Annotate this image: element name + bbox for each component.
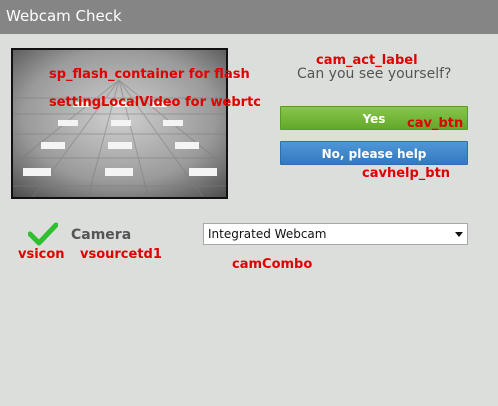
dropdown-arrow-icon bbox=[455, 232, 463, 237]
title-bar: Webcam Check bbox=[0, 0, 498, 34]
annotation-cavhelp-btn: cavhelp_btn bbox=[362, 166, 451, 181]
cam-act-label: Can you see yourself? bbox=[297, 66, 452, 82]
annotation-flash-container: sp_flash_container for flash bbox=[49, 67, 250, 82]
annotation-cav-btn: cav_btn bbox=[407, 116, 464, 131]
annotation-camcombo: camCombo bbox=[232, 257, 313, 272]
camera-select[interactable]: Integrated Webcam bbox=[203, 223, 468, 245]
annotation-vsourcetd1: vsourcetd1 bbox=[80, 247, 162, 262]
annotation-local-video: settingLocalVideo for webrtc bbox=[49, 95, 262, 110]
annotation-cam-act-label: cam_act_label bbox=[316, 53, 418, 68]
camera-select-value: Integrated Webcam bbox=[208, 227, 327, 241]
checkmark-icon bbox=[27, 222, 59, 246]
annotation-vsicon: vsicon bbox=[18, 247, 65, 262]
help-button[interactable]: No, please help bbox=[280, 141, 468, 165]
window-title: Webcam Check bbox=[6, 7, 122, 25]
camera-label: Camera bbox=[71, 227, 132, 243]
